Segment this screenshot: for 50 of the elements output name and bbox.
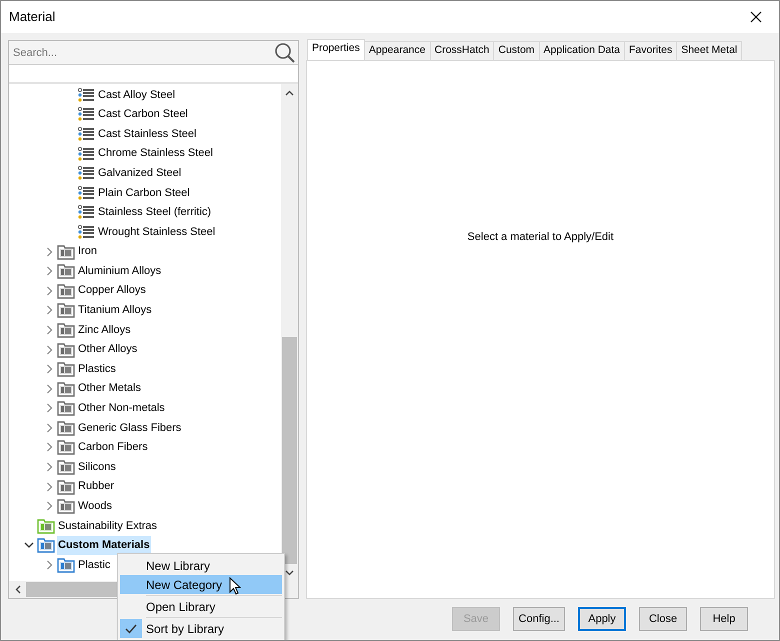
tree-item[interactable]: Titanium Alloys xyxy=(77,301,153,320)
material-icon xyxy=(77,165,95,182)
tree-item[interactable]: Wrought Stainless Steel xyxy=(97,222,216,242)
mouse-cursor-icon xyxy=(229,577,241,595)
tree-item[interactable]: Custom Materials xyxy=(57,536,151,555)
menu-item[interactable]: Open Library xyxy=(120,597,282,616)
material-icon xyxy=(77,204,95,220)
tree-item[interactable]: Galvanized Steel xyxy=(97,164,182,182)
tree-item[interactable]: Other Alloys xyxy=(77,340,138,359)
material-icon xyxy=(77,224,95,240)
tree-item[interactable]: Other Non-metals xyxy=(77,399,166,418)
tree-item[interactable]: Sustainability Extras xyxy=(57,516,158,536)
tree-item[interactable]: Rubber xyxy=(77,477,116,496)
window-title: Material xyxy=(9,8,56,26)
tree-item[interactable]: Plastics xyxy=(77,360,117,378)
tree-item[interactable]: Other Metals xyxy=(77,379,142,398)
tree-item[interactable]: Stainless Steel (ferritic) xyxy=(97,203,212,222)
empty-message: Select a material to Apply/Edit xyxy=(467,230,614,245)
tree-item[interactable]: Plastic xyxy=(77,556,112,574)
search-icon[interactable] xyxy=(274,42,296,64)
material-icon xyxy=(77,146,95,162)
menu-item[interactable]: New Library xyxy=(120,556,282,575)
tree-item[interactable]: Cast Stainless Steel xyxy=(97,124,198,144)
dialog-button[interactable]: Config... xyxy=(513,607,565,631)
tree-item[interactable]: Plain Carbon Steel xyxy=(97,184,191,202)
tree-item[interactable]: Carbon Fibers xyxy=(77,438,149,457)
tree-item[interactable]: Copper Alloys xyxy=(77,281,147,300)
menu-item[interactable]: New Category xyxy=(120,575,282,594)
tree-item[interactable]: Iron xyxy=(77,242,98,261)
tree-item[interactable]: Zinc Alloys xyxy=(77,320,132,340)
tree-item[interactable]: Cast Carbon Steel xyxy=(97,105,189,124)
search-field[interactable]: Search... xyxy=(9,41,298,65)
material-icon xyxy=(77,106,95,122)
menu-item[interactable]: Sort by Library xyxy=(120,619,282,638)
tree-item[interactable]: Woods xyxy=(77,497,114,516)
dialog-button[interactable]: Help xyxy=(700,607,748,631)
tree-item[interactable]: Chrome Stainless Steel xyxy=(97,144,214,163)
tree-item[interactable]: Generic Glass Fibers xyxy=(77,418,182,438)
tree-item[interactable]: Silicons xyxy=(77,458,117,476)
dialog-button[interactable]: Close xyxy=(639,607,687,631)
tree-item[interactable]: Cast Alloy Steel xyxy=(97,86,176,104)
check-icon xyxy=(120,619,142,638)
material-icon xyxy=(77,184,95,201)
material-icon xyxy=(77,126,95,142)
material-icon xyxy=(77,86,95,103)
tab[interactable]: Sheet Metal xyxy=(676,41,742,60)
dialog-button[interactable]: Apply xyxy=(578,607,626,631)
tree-item[interactable]: Aluminium Alloys xyxy=(77,262,162,280)
tab[interactable]: Properties xyxy=(307,39,365,60)
scrollbar-thumb[interactable] xyxy=(282,337,297,564)
